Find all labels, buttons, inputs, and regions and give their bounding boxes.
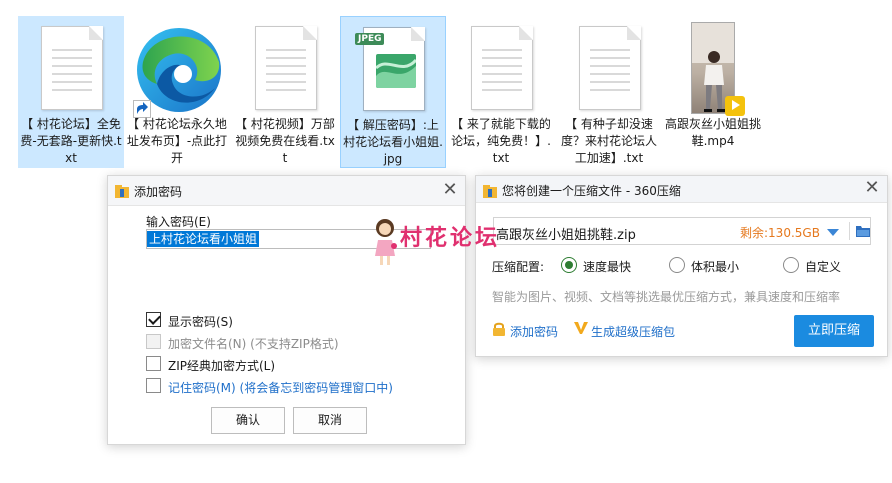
password-label: 输入密码(E) [146, 215, 211, 229]
config-label: 压缩配置: [492, 260, 545, 274]
archive-icon [115, 184, 129, 198]
file-item[interactable]: 【 村花视频】万部视频免费在线看.txt [232, 16, 338, 168]
remember-password-checkbox[interactable] [146, 378, 161, 393]
folder-icon[interactable] [856, 225, 870, 237]
player-icon [725, 96, 745, 116]
remember-password-label[interactable]: 记住密码(M) (将会备忘到密码管理窗口中) [168, 379, 393, 396]
close-icon[interactable]: ✕ [440, 181, 460, 201]
file-name: 【 村花视频】万部视频免费在线看.txt [235, 117, 335, 165]
add-password-dialog: 添加密码 ✕ 输入密码(E) 上村花论坛看小姐姐 显示密码(S) 加密文件名(N… [107, 175, 466, 445]
file-name: 【 村花论坛永久地址发布页】-点此打开 [126, 117, 228, 165]
dialog-titlebar: 您将创建一个压缩文件 - 360压缩 ✕ [476, 176, 887, 203]
encrypt-filename-label: 加密文件名(N) (不支持ZIP格式) [168, 337, 339, 351]
cancel-button[interactable]: 取消 [293, 407, 367, 434]
ok-button[interactable]: 确认 [211, 407, 285, 434]
archive-name: 高跟灰丝小姐姐挑鞋.zip [496, 228, 636, 243]
mode-fastest-label: 速度最快 [583, 260, 632, 274]
zip-classic-checkbox[interactable] [146, 356, 161, 371]
watermark-text: 村花论坛 [400, 225, 501, 251]
file-name: 【 来了就能下载的论坛，纯免费！】.txt [451, 117, 551, 165]
dialog-titlebar: 添加密码 ✕ [108, 176, 465, 206]
dialog-title: 添加密码 [134, 185, 183, 199]
cartoon-girl-watermark-icon [370, 216, 400, 268]
file-name: 【 解压密码】:上村花论坛看小姐姐.jpg [343, 118, 443, 166]
jpeg-file-icon: JPEG [345, 23, 441, 119]
archive-name-field[interactable]: 高跟灰丝小姐姐挑鞋.zip 剩余:130.5GB [493, 217, 871, 245]
mode-smallest-label: 体积最小 [691, 260, 740, 274]
compress-dialog: 您将创建一个压缩文件 - 360压缩 ✕ 高跟灰丝小姐姐挑鞋.zip 剩余:13… [475, 175, 888, 357]
edge-browser-icon [129, 22, 225, 118]
text-file-icon [561, 22, 657, 118]
jpeg-badge: JPEG [355, 33, 385, 45]
show-password-checkbox[interactable] [146, 312, 161, 327]
file-item[interactable]: 【 来了就能下载的论坛，纯免费！】.txt [448, 16, 554, 168]
compression-hint: 智能为图片、视频、文档等挑选最优压缩方式，兼具速度和压缩率 [492, 290, 841, 304]
video-thumbnail [665, 22, 761, 118]
text-file-icon [453, 22, 549, 118]
file-item[interactable]: JPEG 【 解压密码】:上村花论坛看小姐姐.jpg [340, 16, 446, 168]
zip-classic-label: ZIP经典加密方式(L) [168, 359, 276, 373]
super-package-link[interactable]: 生成超级压缩包 [591, 323, 675, 340]
free-space: 剩余:130.5GB [740, 226, 820, 240]
password-value: 上村花论坛看小姐姐 [147, 231, 260, 247]
file-name: 【 村花论坛】全免费-无套路-更新快.txt [20, 117, 122, 165]
file-name: 【 有种子却没速度？来村花论坛人工加速】.txt [560, 117, 657, 165]
text-file-icon [23, 22, 119, 118]
mode-custom-label: 自定义 [805, 260, 842, 274]
show-password-label: 显示密码(S) [168, 315, 233, 329]
add-password-link[interactable]: 添加密码 [510, 323, 558, 340]
file-item[interactable]: 高跟灰丝小姐姐挑鞋.mp4 [660, 16, 766, 168]
dialog-title: 您将创建一个压缩文件 - 360压缩 [502, 184, 681, 198]
lock-icon [492, 322, 506, 339]
file-item[interactable]: 【 村花论坛】全免费-无套路-更新快.txt [18, 16, 124, 168]
encrypt-filename-checkbox [146, 334, 161, 349]
mode-smallest-radio[interactable] [669, 257, 685, 273]
dropdown-arrow-icon[interactable] [827, 229, 839, 236]
file-name: 高跟灰丝小姐姐挑鞋.mp4 [664, 117, 761, 148]
super-package-icon [574, 321, 588, 338]
mode-fastest-radio[interactable] [561, 257, 577, 273]
mode-custom-radio[interactable] [783, 257, 799, 273]
archive-icon [483, 184, 497, 198]
compress-now-button[interactable]: 立即压缩 [794, 315, 874, 347]
file-item[interactable]: 【 有种子却没速度？来村花论坛人工加速】.txt [556, 16, 662, 168]
close-icon[interactable]: ✕ [862, 179, 882, 199]
divider [849, 222, 850, 240]
file-item[interactable]: 【 村花论坛永久地址发布页】-点此打开 [124, 16, 230, 168]
text-file-icon [237, 22, 333, 118]
